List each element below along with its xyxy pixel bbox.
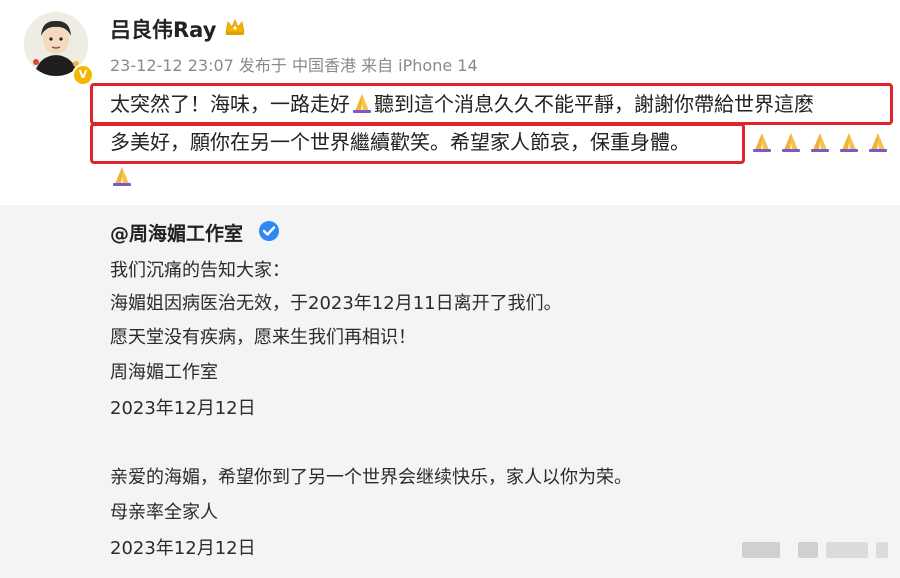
watermark-block (798, 542, 818, 558)
repost-line: 周海媚工作室 (110, 362, 218, 383)
weibo-post: V 吕良伟Ray 23-12-12 23:07 发布于 中国香港 来自 iPho… (0, 0, 900, 205)
praying-hands-trailing (110, 164, 134, 188)
repost-line: 愿天堂没有疾病，愿来生我们再相识！ (110, 327, 416, 348)
highlight-box-line-1 (90, 83, 893, 125)
watermark-block (876, 542, 888, 558)
praying-hands-icon (811, 133, 829, 152)
blue-v-check-icon (259, 221, 279, 241)
watermark-block (742, 542, 780, 558)
praying-hands-row (750, 128, 890, 156)
crown-icon[interactable] (224, 16, 246, 38)
post-meta: 23-12-12 23:07 发布于 中国香港 来自 iPhone 14 (110, 56, 478, 75)
highlight-box-line-2 (90, 123, 745, 164)
watermark-block (826, 542, 868, 558)
praying-hands-icon (113, 167, 131, 186)
repost-line: 2023年12月12日 (110, 538, 256, 559)
repost-line: 我们沉痛的告知大家： (110, 260, 290, 281)
repost-author[interactable]: @周海媚工作室 (110, 219, 243, 246)
repost-line: 亲爱的海媚，希望你到了另一个世界会继续快乐，家人以你为荣。 (110, 467, 632, 488)
praying-hands-icon (753, 133, 771, 152)
repost-line: 2023年12月12日 (110, 398, 256, 419)
verified-badge-icon: V (72, 64, 94, 86)
praying-hands-icon (782, 133, 800, 152)
repost-line: 海媚姐因病医治无效，于2023年12月11日离开了我们。 (110, 293, 562, 314)
post-username[interactable]: 吕良伟Ray (110, 14, 216, 44)
repost-line: 母亲率全家人 (110, 502, 218, 523)
praying-hands-icon (840, 133, 858, 152)
praying-hands-icon (869, 133, 887, 152)
reposted-content[interactable]: @周海媚工作室 我们沉痛的告知大家： 海媚姐因病医治无效，于2023年12月11… (0, 205, 900, 578)
